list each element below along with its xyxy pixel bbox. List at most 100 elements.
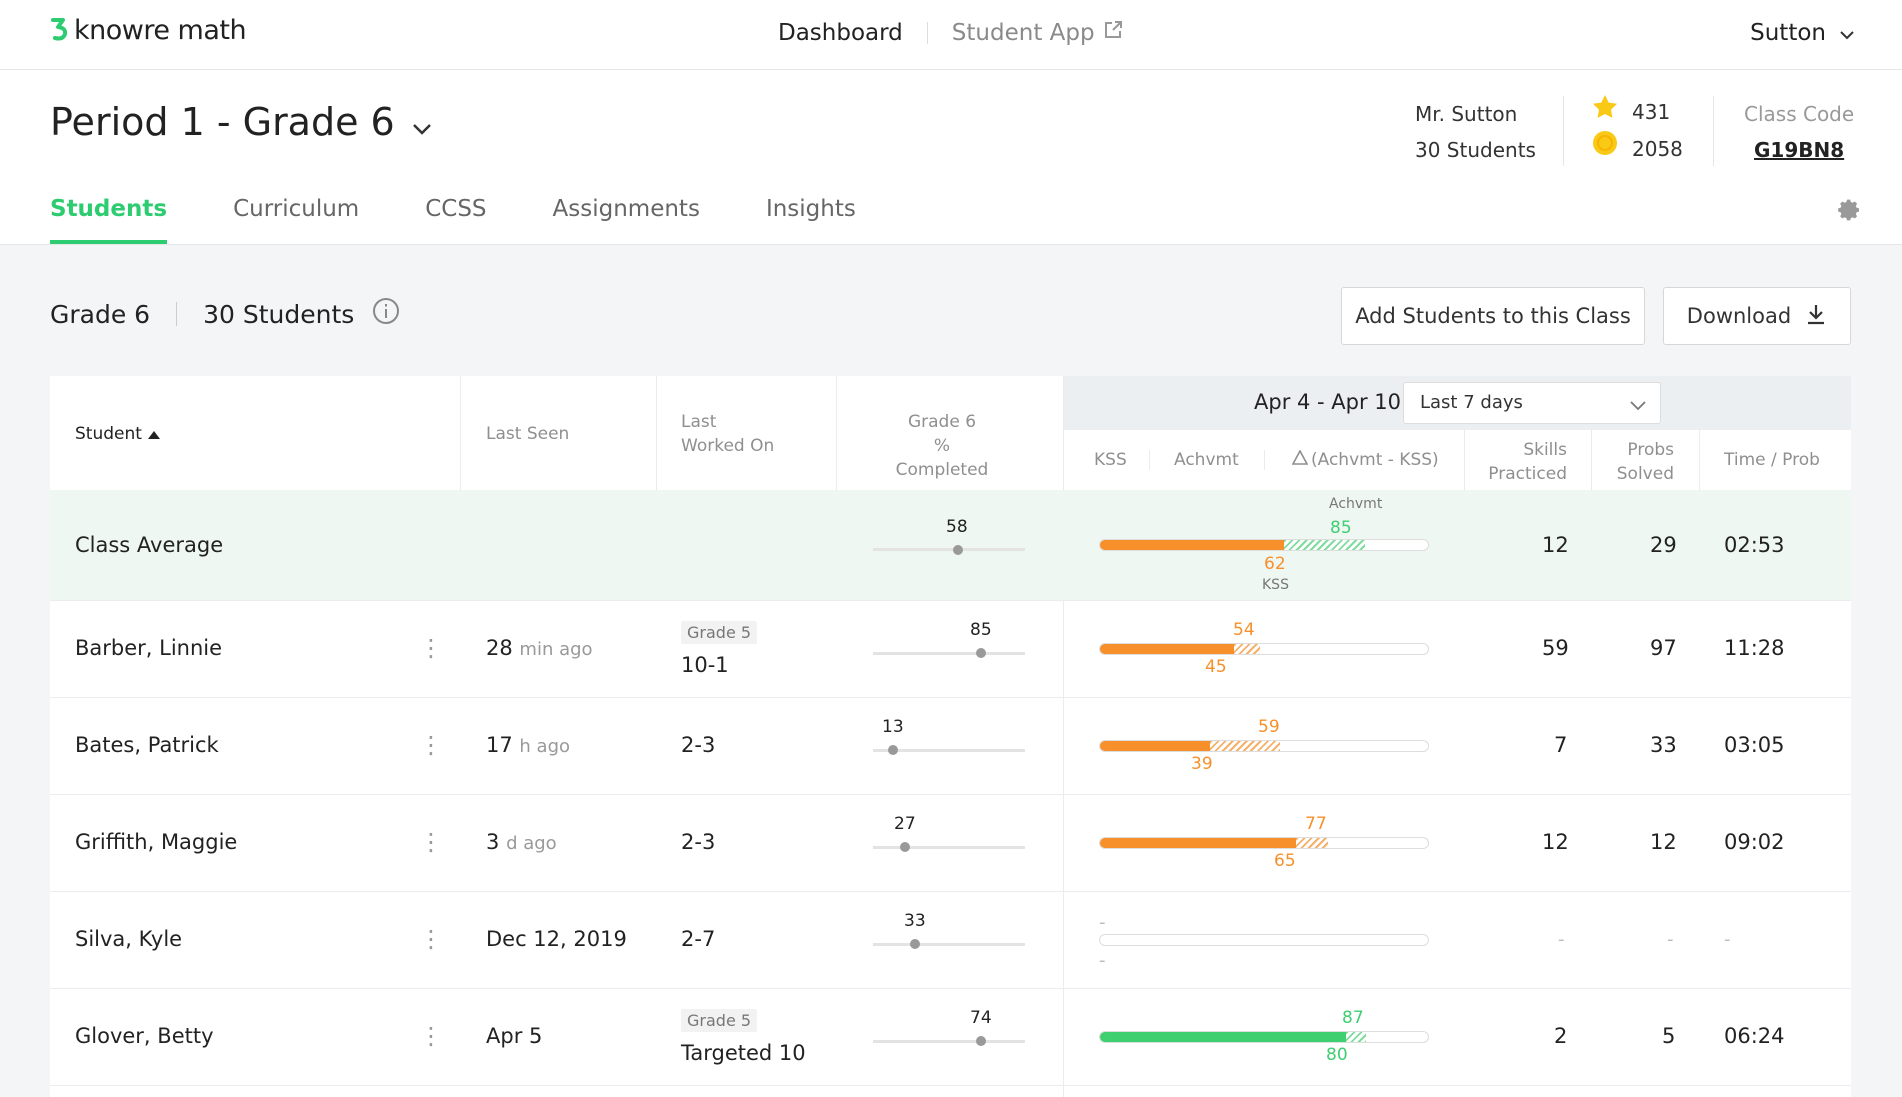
time-per-prob: 03:05 xyxy=(1724,733,1785,757)
add-students-button[interactable]: Add Students to this Class xyxy=(1341,287,1645,345)
download-button[interactable]: Download xyxy=(1663,287,1851,345)
row-divider xyxy=(50,988,1851,989)
class-header: Period 1 - Grade 6 Mr. Sutton 30 Student… xyxy=(0,70,1902,245)
more-options-icon[interactable]: ⋮ xyxy=(419,830,443,854)
completed-value: 33 xyxy=(904,911,926,931)
students-table: Apr 4 - Apr 10 Last 7 days Student Last … xyxy=(50,376,1851,1097)
tab-assignments[interactable]: Assignments xyxy=(553,190,700,244)
achvmt-hatch xyxy=(1210,741,1280,751)
chevron-down-icon xyxy=(412,100,431,144)
info-icon[interactable] xyxy=(372,297,400,331)
probs-solved: 33 xyxy=(1650,733,1677,757)
column-header-time: Time / Prob xyxy=(1724,450,1820,470)
divider xyxy=(460,376,461,490)
last-seen-value: 17 xyxy=(486,733,513,757)
last-seen: Dec 12, 2019 xyxy=(486,927,627,951)
student-name[interactable]: Silva, Kyle xyxy=(75,927,182,951)
last-worked-on: 10-1 xyxy=(681,653,729,677)
divider xyxy=(1699,430,1700,490)
divider xyxy=(176,302,178,326)
user-menu[interactable]: Sutton xyxy=(1750,20,1854,46)
achvmt-value: 59 xyxy=(1258,717,1280,737)
tab-insights[interactable]: Insights xyxy=(766,190,856,244)
divider xyxy=(1591,430,1592,490)
achvmt-value: 87 xyxy=(1342,1008,1364,1028)
row-divider xyxy=(50,697,1851,698)
kss-value: 45 xyxy=(1205,657,1227,677)
delta-icon xyxy=(1291,448,1309,472)
coin-icon xyxy=(1592,130,1618,167)
class-average-label: Class Average xyxy=(75,533,224,557)
last-seen: 17 h ago xyxy=(486,733,570,757)
last-seen: 28 min ago xyxy=(486,636,593,660)
column-header-last-worked: Last Worked On xyxy=(681,410,774,458)
last-seen: Apr 5 xyxy=(486,1024,542,1048)
grade-tag: Grade 5 xyxy=(681,1009,758,1032)
class-code-value[interactable]: G19BN8 xyxy=(1744,132,1854,168)
column-header-completed-line2: % Completed xyxy=(895,436,989,480)
average-completed-dot xyxy=(953,545,963,555)
kss-fill xyxy=(1100,1032,1346,1042)
average-kss-fill xyxy=(1100,540,1284,550)
class-selector[interactable]: Period 1 - Grade 6 xyxy=(50,100,431,144)
average-time: 02:53 xyxy=(1724,533,1785,557)
column-header-skills-line2: Practiced xyxy=(1488,464,1567,484)
achvmt-hatch xyxy=(1296,838,1328,848)
probs-solved: - xyxy=(1667,929,1674,950)
tab-curriculum[interactable]: Curriculum xyxy=(233,190,359,244)
tab-students[interactable]: Students xyxy=(50,190,168,244)
nav-divider xyxy=(926,22,928,44)
average-kss-bar xyxy=(1099,539,1429,551)
column-header-probs-line2: Solved xyxy=(1616,464,1674,484)
more-options-icon[interactable]: ⋮ xyxy=(419,733,443,757)
last-worked-on: 2-3 xyxy=(681,830,716,854)
skills-practiced: 12 xyxy=(1542,830,1569,854)
skills-practiced: 59 xyxy=(1542,636,1569,660)
kss-fill xyxy=(1100,644,1234,654)
completed-dot xyxy=(910,939,920,949)
kss-bar xyxy=(1099,934,1429,946)
column-header-skills: Skills Practiced xyxy=(1477,438,1567,486)
student-name[interactable]: Barber, Linnie xyxy=(75,636,222,660)
nav-dashboard[interactable]: Dashboard xyxy=(778,20,903,46)
teacher-info: Mr. Sutton 30 Students xyxy=(1415,96,1536,168)
students-label: 30 Students xyxy=(203,299,355,329)
average-achvmt-value: 85 xyxy=(1330,518,1352,538)
average-kss-caption: KSS xyxy=(1262,577,1289,593)
class-code-label: Class Code xyxy=(1744,102,1855,126)
column-header-student[interactable]: Student xyxy=(75,422,160,446)
completed-value: 85 xyxy=(970,620,992,640)
date-range: Apr 4 - Apr 10 xyxy=(1254,390,1402,414)
tab-ccss[interactable]: CCSS xyxy=(425,190,486,244)
completed-value: 74 xyxy=(970,1008,992,1028)
teacher-name: Mr. Sutton xyxy=(1415,102,1518,126)
column-header-delta: (Achvmt - KSS) xyxy=(1291,448,1439,472)
achvmt-hatch xyxy=(1346,1032,1366,1042)
last-seen-unit: h ago xyxy=(519,736,571,757)
nav-student-app[interactable]: Student App xyxy=(952,20,1123,46)
more-options-icon[interactable]: ⋮ xyxy=(419,636,443,660)
student-name[interactable]: Glover, Betty xyxy=(75,1024,214,1048)
kss-fill xyxy=(1100,741,1210,751)
more-options-icon[interactable]: ⋮ xyxy=(419,927,443,951)
student-name[interactable]: Griffith, Maggie xyxy=(75,830,237,854)
last-seen-value: 28 xyxy=(486,636,513,660)
last-seen-unit: min ago xyxy=(519,639,593,660)
student-count: 30 Students xyxy=(1415,138,1536,162)
gear-icon[interactable] xyxy=(1838,198,1862,226)
probs-solved: 5 xyxy=(1662,1024,1676,1048)
time-per-prob: 06:24 xyxy=(1724,1024,1785,1048)
row-divider xyxy=(50,600,1851,601)
star-count: 431 xyxy=(1632,100,1671,124)
student-name[interactable]: Bates, Patrick xyxy=(75,733,219,757)
more-options-icon[interactable]: ⋮ xyxy=(419,1024,443,1048)
column-header-delta-label: (Achvmt - KSS) xyxy=(1311,450,1439,470)
date-range-select[interactable]: Last 7 days xyxy=(1403,382,1661,424)
average-kss-value: 62 xyxy=(1264,554,1286,574)
logo[interactable]: knowre math xyxy=(50,15,247,46)
knowre-logo-icon xyxy=(50,17,70,45)
chevron-down-icon xyxy=(1630,395,1646,416)
column-header-achvmt: Achvmt xyxy=(1174,450,1239,470)
star-icon xyxy=(1592,94,1618,130)
tab-bar: Students Curriculum CCSS Assignments Ins… xyxy=(50,190,856,244)
